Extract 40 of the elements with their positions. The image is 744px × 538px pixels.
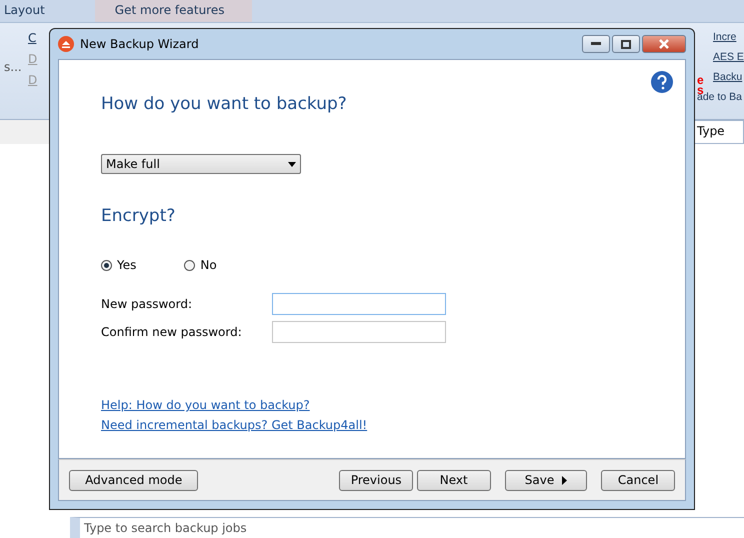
ribbon-caption: s... <box>4 60 23 74</box>
warning-text: s <box>697 85 704 95</box>
radio-button[interactable] <box>101 260 112 270</box>
maximize-button[interactable] <box>612 35 640 53</box>
search-field[interactable]: Type to search backup jobs <box>70 517 744 538</box>
ribbon-tab[interactable]: Get more features <box>94 0 252 22</box>
app-logo-icon <box>58 36 74 52</box>
maximize-icon <box>621 40 631 48</box>
save-button[interactable]: Save <box>504 470 588 490</box>
dialog-button[interactable]: Next <box>416 470 491 490</box>
help-link[interactable]: Help: How do you want to backup? <box>101 398 310 412</box>
ribbon-tab[interactable]: Layout <box>0 0 65 22</box>
caret-icon <box>562 476 568 484</box>
dialog-button[interactable]: Previous <box>339 470 413 490</box>
radio-option[interactable]: No <box>184 258 217 272</box>
window-title: New Backup Wizard <box>80 37 200 51</box>
section-heading: How do you want to backup? <box>101 94 348 114</box>
ribbon-link[interactable]: Incre <box>713 31 744 43</box>
field-label: New password: <box>101 297 194 311</box>
minimize-button[interactable] <box>582 35 610 53</box>
backup-type-dropdown[interactable]: Make full <box>101 154 301 174</box>
field-label: Confirm new password: <box>101 325 243 339</box>
close-icon <box>658 39 670 49</box>
minimize-icon <box>591 42 601 46</box>
password-field[interactable] <box>272 293 446 315</box>
ribbon-link[interactable]: C <box>28 31 38 45</box>
radio-dot-icon <box>104 262 109 268</box>
dialog-button[interactable]: Cancel <box>601 470 675 490</box>
dialog-button[interactable]: Advanced mode <box>69 470 198 490</box>
dropdown-arrow-icon <box>288 162 296 166</box>
password-field[interactable] <box>272 321 446 343</box>
ribbon-link[interactable]: Backu <box>713 71 744 83</box>
help-link[interactable]: Need incremental backups? Get Backup4all! <box>101 418 368 432</box>
ribbon-link[interactable]: AES E <box>713 51 744 63</box>
close-button[interactable] <box>642 35 686 53</box>
warning-text: e <box>697 75 705 85</box>
section-heading: Encrypt? <box>101 206 176 226</box>
help-icon[interactable] <box>651 71 673 93</box>
radio-button[interactable] <box>184 260 196 270</box>
radio-option[interactable]: Yes <box>101 258 136 272</box>
